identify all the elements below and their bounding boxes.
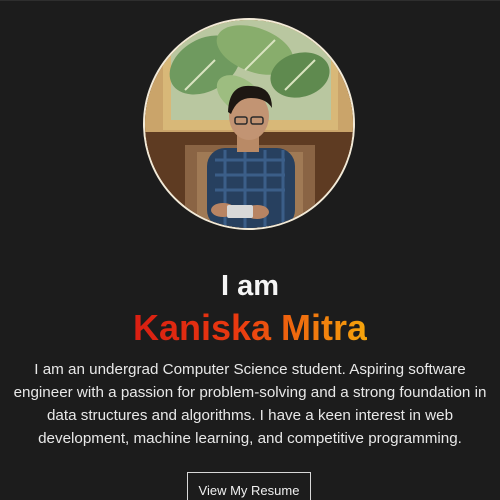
bio-text: I am an undergrad Computer Science stude…	[13, 361, 487, 447]
avatar	[143, 18, 355, 230]
name-heading: Kaniska Mitra	[0, 306, 500, 350]
name-text: Kaniska Mitra	[132, 307, 368, 348]
profile-photo	[145, 20, 353, 228]
intro-text: I am	[220, 270, 280, 302]
view-resume-button[interactable]: View My Resume	[187, 472, 311, 500]
hero-section: I am Kaniska Mitra I am an undergrad Com…	[0, 0, 500, 500]
